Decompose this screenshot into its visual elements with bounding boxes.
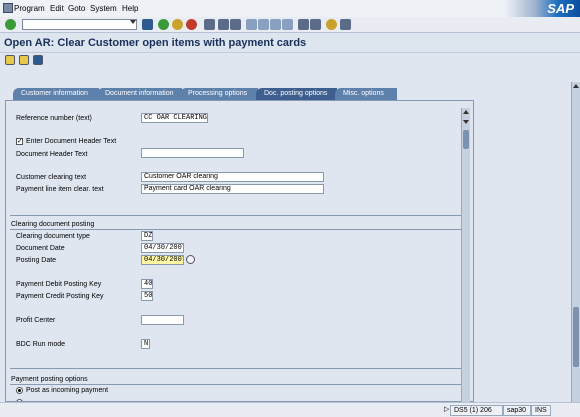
tab-processing-options[interactable]: Processing options: [180, 88, 258, 100]
clearing-section-header: Clearing document posting: [11, 221, 95, 228]
cancel-icon[interactable]: [186, 19, 197, 30]
payment-credit-key-field[interactable]: 50: [141, 291, 153, 301]
payment-credit-key-label: Payment Credit Posting Key: [16, 293, 104, 300]
next-page-icon[interactable]: [270, 19, 281, 30]
print-icon[interactable]: [204, 19, 215, 30]
menu-goto[interactable]: Goto: [68, 4, 85, 13]
bdc-run-mode-field[interactable]: N: [141, 339, 150, 349]
status-server: sap30: [503, 405, 531, 416]
exit-icon[interactable]: [172, 19, 183, 30]
profit-center-field[interactable]: [141, 315, 184, 325]
save-icon[interactable]: [142, 19, 153, 30]
window-scroll-thumb[interactable]: [573, 307, 579, 367]
payment-line-text-label: Payment line item clear. text: [16, 186, 104, 193]
execute-icon[interactable]: [5, 55, 15, 65]
shortcut-icon[interactable]: [310, 19, 321, 30]
previous-page-icon[interactable]: [258, 19, 269, 30]
posting-date-label: Posting Date: [16, 257, 57, 264]
scroll-down-icon[interactable]: [463, 120, 469, 124]
posting-date-field[interactable]: 04/30/2007: [141, 255, 184, 265]
clearing-doc-type-field[interactable]: DZ: [141, 231, 153, 241]
bdc-run-mode-label: BDC Run mode: [16, 341, 66, 348]
command-dropdown-icon[interactable]: [130, 20, 136, 24]
post-incoming-payment-label: Post as incoming payment: [26, 387, 109, 394]
reference-number-label: Reference number (text): [16, 115, 92, 122]
post-incoming-payment-radio[interactable]: [16, 387, 23, 394]
scroll-up-icon[interactable]: [463, 110, 469, 114]
menu-help[interactable]: Help: [122, 4, 138, 13]
menu-bar: Program Edit Goto System Help SAP: [0, 0, 580, 17]
window-scroll-up-icon[interactable]: [573, 84, 579, 88]
payment-debit-key-field[interactable]: 40: [141, 279, 153, 289]
clearing-doc-type-label: Clearing document type: [16, 233, 90, 240]
tab-customer-information[interactable]: Customer information: [13, 88, 99, 100]
window-menu-icon[interactable]: [3, 3, 13, 13]
command-field[interactable]: [22, 19, 137, 30]
document-date-label: Document Date: [16, 245, 65, 252]
info-icon[interactable]: [33, 55, 43, 65]
section-divider: [10, 229, 462, 230]
help-icon[interactable]: [326, 19, 337, 30]
document-date-field[interactable]: 04/30/2007: [141, 243, 184, 253]
new-session-icon[interactable]: [298, 19, 309, 30]
system-toolbar: [0, 17, 580, 33]
value-help-icon[interactable]: [186, 255, 195, 264]
status-system: DS5 (1) 206: [450, 405, 503, 416]
profit-center-label: Profit Center: [16, 317, 56, 324]
tab-panel: Reference number (text) CC OAR CLEARING …: [5, 100, 474, 402]
enter-doc-header-label: Enter Document Header Text: [26, 138, 117, 145]
payment-posting-section-header: Payment posting options: [11, 376, 88, 383]
tab-strip: Customer information Document informatio…: [0, 88, 580, 100]
panel-scrollbar[interactable]: [461, 108, 470, 402]
page-title: Open AR: Clear Customer open items with …: [4, 37, 307, 49]
payment-line-text-field[interactable]: Payment card OAR clearing: [141, 184, 324, 194]
scroll-thumb[interactable]: [463, 130, 469, 149]
payment-debit-key-label: Payment Debit Posting Key: [16, 281, 102, 288]
last-page-icon[interactable]: [282, 19, 293, 30]
customer-clearing-text-field[interactable]: Customer OAR clearing: [141, 172, 324, 182]
sap-logo-text: SAP: [547, 1, 574, 16]
doc-header-text-field[interactable]: [141, 148, 244, 158]
tab-document-information[interactable]: Document information: [97, 88, 182, 100]
window-scrollbar[interactable]: [571, 82, 580, 402]
layout-menu-icon[interactable]: [340, 19, 351, 30]
customer-clearing-text-label: Customer clearing text: [16, 174, 87, 181]
menu-edit[interactable]: Edit: [50, 4, 64, 13]
application-toolbar: [0, 53, 580, 67]
get-variant-icon[interactable]: [19, 55, 29, 65]
enter-doc-header-checkbox[interactable]: ✓: [16, 138, 23, 145]
section-divider: [10, 384, 462, 385]
status-mode: INS: [531, 405, 551, 416]
menu-program[interactable]: Program: [14, 4, 45, 13]
tab-doc-posting-options[interactable]: Doc. posting options: [256, 88, 337, 100]
title-bar: Open AR: Clear Customer open items with …: [0, 33, 580, 53]
tab-misc-options[interactable]: Misc. options: [335, 88, 397, 100]
find-next-icon[interactable]: [230, 19, 241, 30]
section-divider: [10, 215, 462, 216]
menu-system[interactable]: System: [90, 4, 117, 13]
find-icon[interactable]: [218, 19, 229, 30]
doc-header-text-label: Document Header Text: [16, 151, 88, 158]
status-bar: ▷ DS5 (1) 206 sap30 INS: [0, 402, 580, 417]
first-page-icon[interactable]: [246, 19, 257, 30]
section-divider: [10, 368, 462, 369]
status-play-icon[interactable]: ▷: [441, 405, 449, 416]
enter-check-icon[interactable]: [5, 19, 16, 30]
sap-logo: SAP: [505, 0, 580, 17]
reference-number-field[interactable]: CC OAR CLEARING: [141, 113, 208, 123]
back-icon[interactable]: [158, 19, 169, 30]
